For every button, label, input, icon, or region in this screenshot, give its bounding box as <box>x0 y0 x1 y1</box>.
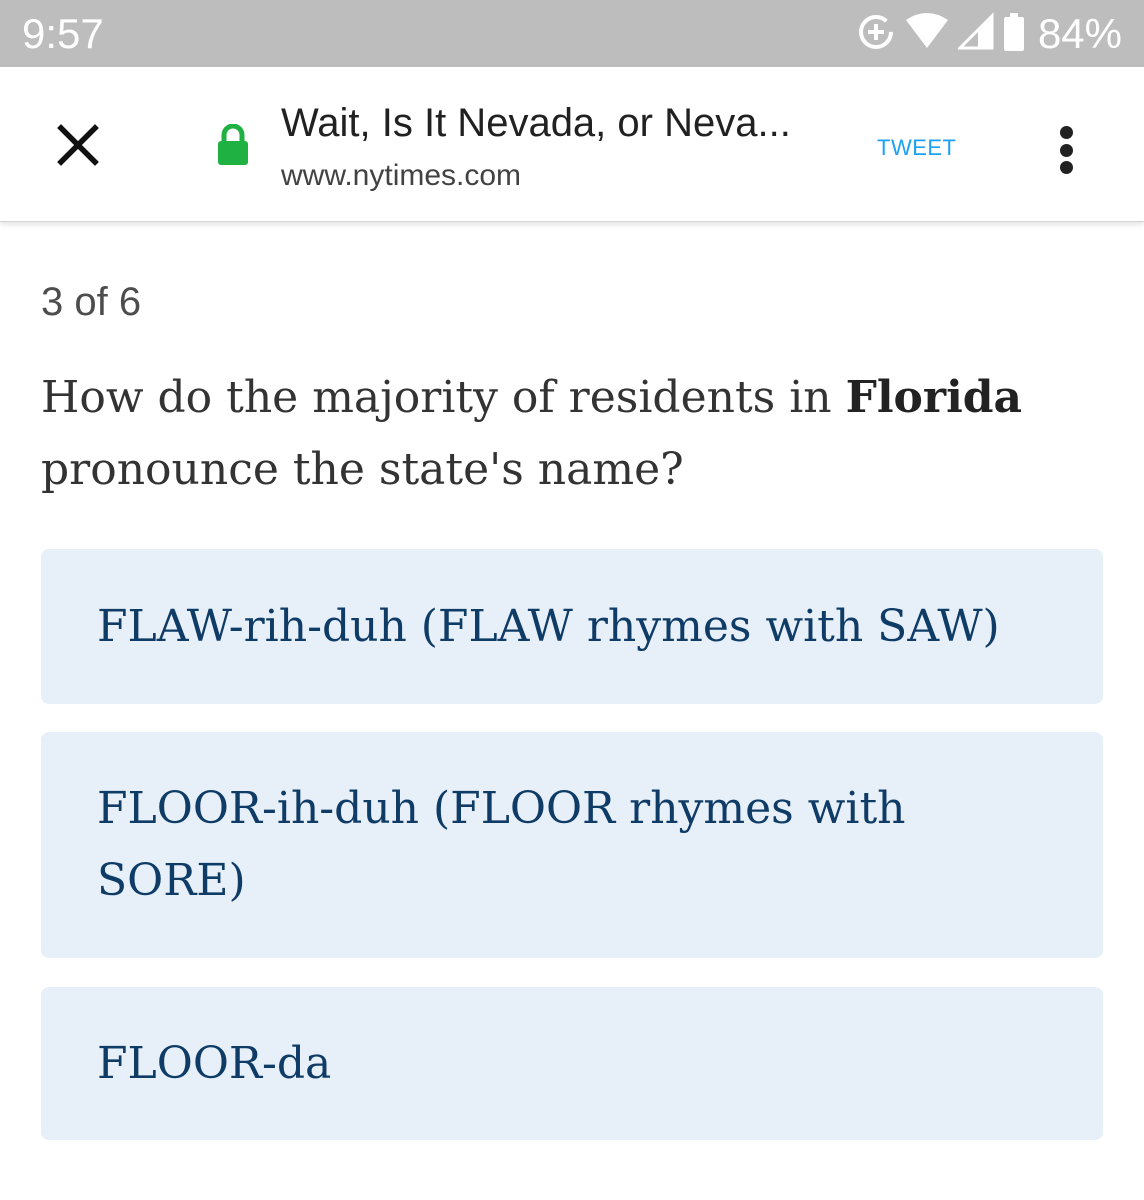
more-vert-icon-dot <box>1059 126 1073 139</box>
question-progress: 3 of 6 <box>41 280 142 324</box>
close-icon <box>57 124 99 166</box>
question-prefix: How do the majority of residents in <box>41 372 846 423</box>
answer-label: FLOOR-ih-duh (FLOOR rhymes with SORE) <box>97 783 906 906</box>
wifi-icon <box>904 12 950 57</box>
lock-icon <box>216 123 250 171</box>
battery-percent: 84% <box>1037 10 1122 57</box>
status-bar: 9:57 84% <box>0 0 1144 67</box>
question-text: How do the majority of residents in Flor… <box>41 362 1061 506</box>
status-time: 9:57 <box>22 10 104 57</box>
more-vert-icon-dot <box>1059 143 1073 157</box>
close-button[interactable] <box>50 117 106 173</box>
page-url[interactable]: www.nytimes.com <box>281 159 521 193</box>
question-suffix: pronounce the state's name? <box>41 444 684 495</box>
question-state: Florida <box>845 372 1023 423</box>
data-saver-icon <box>856 12 896 57</box>
more-vert-icon-dot <box>1059 161 1073 174</box>
cellular-signal-icon <box>956 11 994 57</box>
more-options-button[interactable] <box>1046 122 1086 178</box>
status-icons: 84% <box>856 10 1122 58</box>
battery-icon <box>1002 12 1026 57</box>
answer-option-2[interactable]: FLOOR-ih-duh (FLOOR rhymes with SORE) <box>41 732 1103 958</box>
answer-option-3[interactable]: FLOOR-da <box>41 987 1103 1140</box>
tweet-button[interactable]: TWEET <box>877 135 957 161</box>
answer-label: FLAW-rih-duh (FLAW rhymes with SAW) <box>97 600 1000 652</box>
answer-option-1[interactable]: FLAW-rih-duh (FLAW rhymes with SAW) <box>41 549 1103 704</box>
page-title[interactable]: Wait, Is It Nevada, or Neva... <box>281 101 841 146</box>
custom-tab-toolbar: Wait, Is It Nevada, or Neva... www.nytim… <box>0 67 1144 222</box>
answer-label: FLOOR-da <box>97 1037 332 1089</box>
